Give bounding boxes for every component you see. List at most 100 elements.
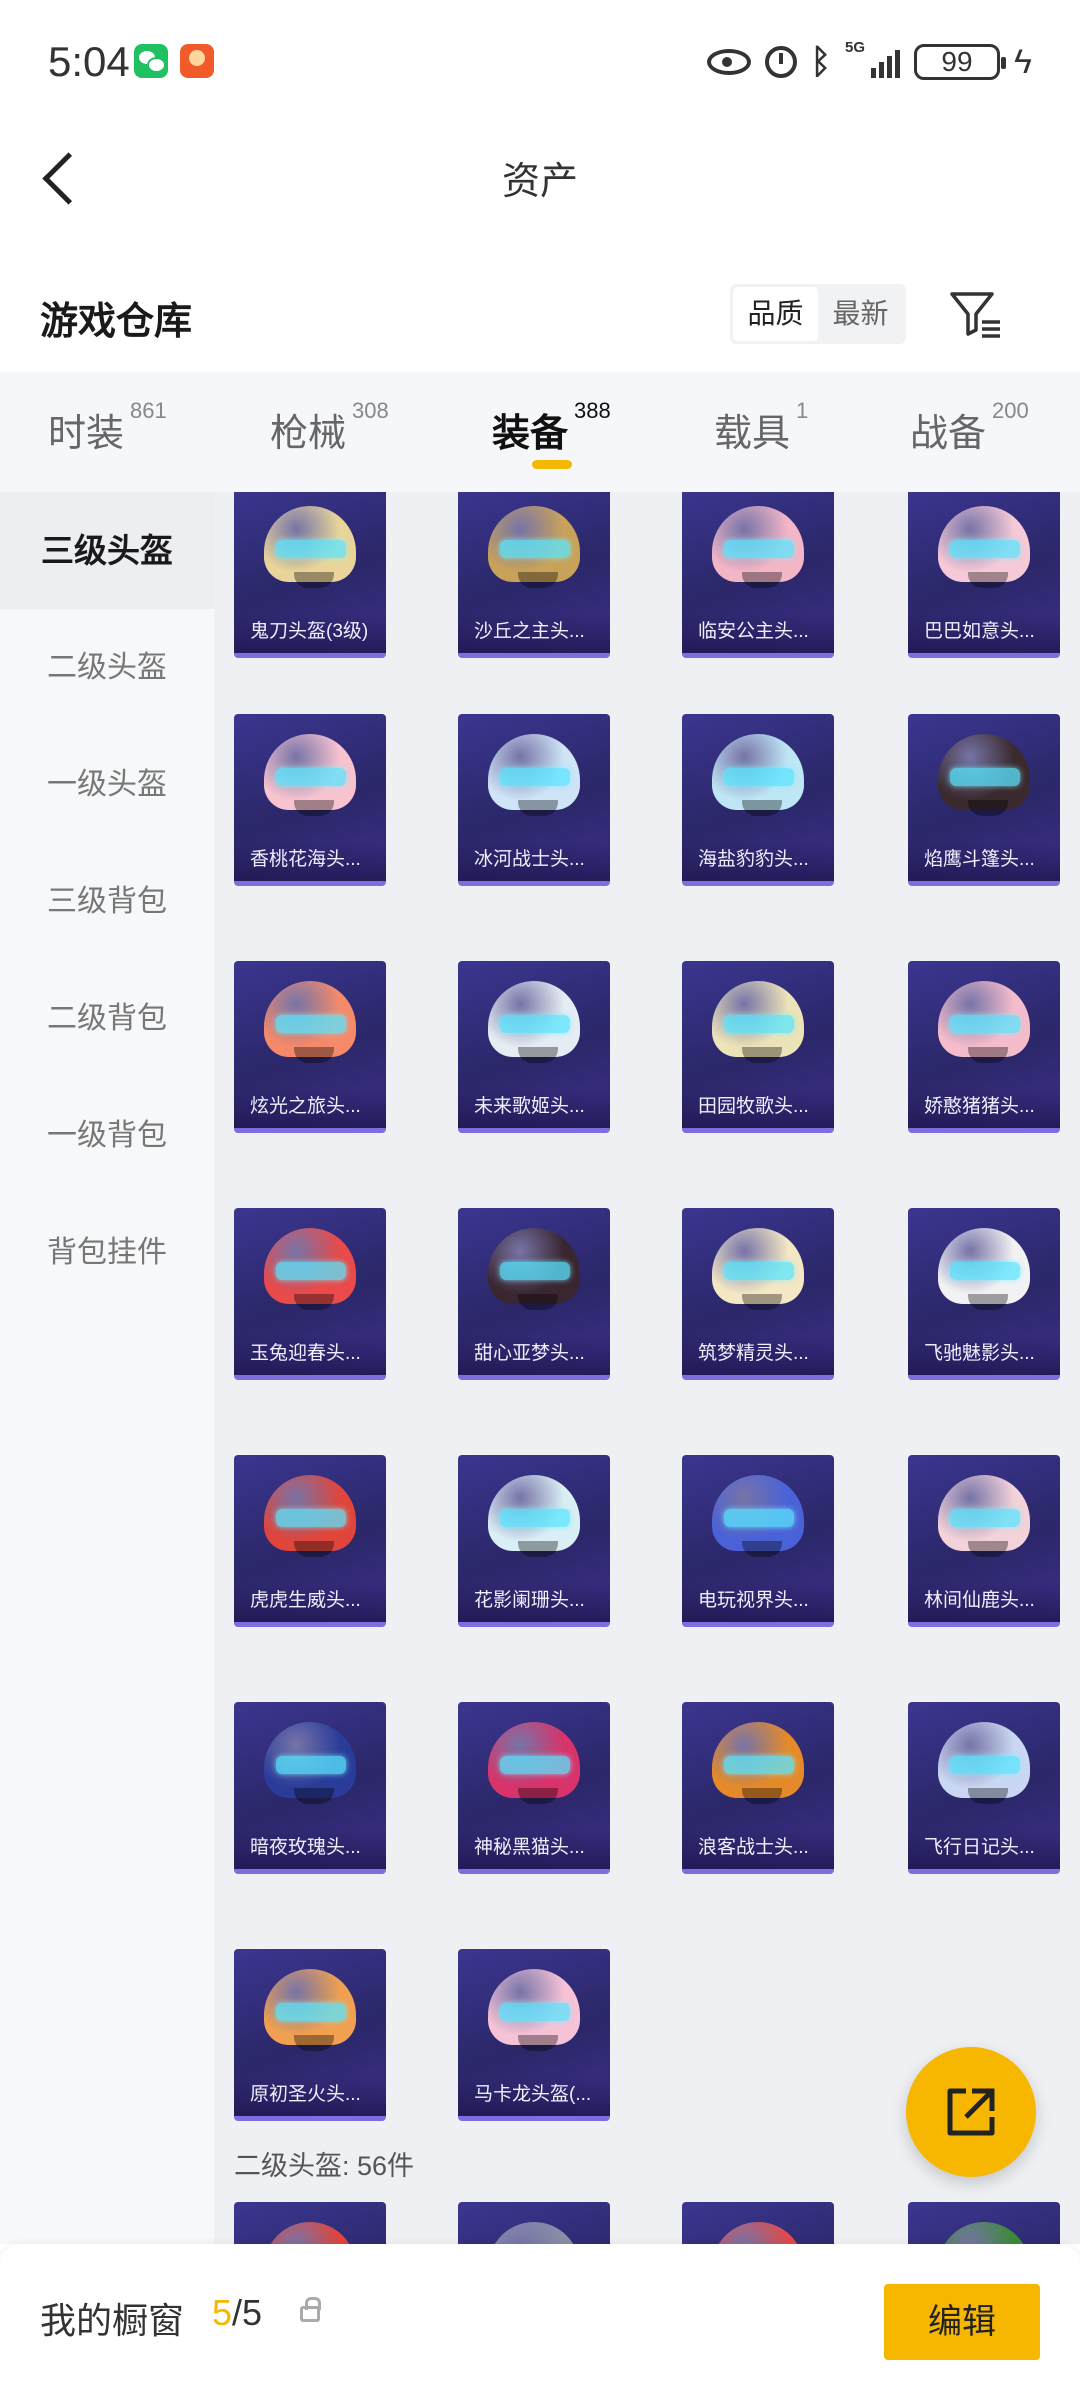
helmet-icon (264, 1228, 356, 1310)
item-card[interactable]: 浪客战士头... (682, 1702, 834, 1874)
item-card[interactable]: 田园牧歌头... (682, 961, 834, 1133)
item-name: 田园牧歌头... (698, 1096, 809, 1117)
helmet-icon (264, 1722, 356, 1804)
item-card[interactable]: 筑梦精灵头... (682, 1208, 834, 1380)
helmet-icon (264, 734, 356, 816)
side-item-level3-backpack[interactable]: 三级背包 (0, 843, 214, 960)
item-card[interactable] (682, 2202, 834, 2244)
tab-count: 308 (352, 398, 389, 423)
item-name: 飞驰魅影头... (924, 1343, 1035, 1364)
bottom-bar: 我的橱窗 5/5 编辑 (0, 2244, 1080, 2381)
tab-supplies[interactable]: 战备200 (910, 398, 1029, 457)
item-card[interactable]: 飞行日记头... (908, 1702, 1060, 1874)
item-card[interactable]: 鬼刀头盔(3级) (234, 492, 386, 658)
filter-icon[interactable] (948, 286, 1004, 342)
showcase-current: 5 (212, 2292, 233, 2333)
item-card[interactable]: 海盐豹豹头... (682, 714, 834, 886)
side-item-level1-backpack[interactable]: 一级背包 (0, 1077, 214, 1194)
helmet-icon (264, 2222, 356, 2244)
tab-label: 载具 (714, 413, 791, 455)
status-time: 5:04 (48, 38, 130, 85)
sort-toggle: 品质 最新 (730, 284, 906, 344)
showcase-count: 5/5 (212, 2292, 262, 2334)
showcase-separator: / (232, 2292, 243, 2333)
share-button[interactable] (906, 2047, 1036, 2177)
item-name: 电玩视界头... (698, 1590, 809, 1611)
helmet-icon (712, 506, 804, 588)
helmet-icon (938, 1228, 1030, 1310)
item-name: 虎虎生威头... (250, 1590, 361, 1611)
item-card[interactable] (234, 2202, 386, 2244)
tab-count: 1 (796, 398, 809, 423)
tab-label: 战备 (910, 413, 987, 455)
item-card[interactable]: 焰鹰斗篷头... (908, 714, 1060, 886)
tab-equipment[interactable]: 装备388 (492, 398, 611, 457)
side-item-level3-helmet[interactable]: 三级头盔 (0, 492, 214, 609)
item-card[interactable]: 花影阑珊头... (458, 1455, 610, 1627)
helmet-icon (264, 981, 356, 1063)
item-card[interactable]: 马卡龙头盔(... (458, 1949, 610, 2121)
helmet-icon (264, 1969, 356, 2051)
item-card[interactable]: 炫光之旅头... (234, 961, 386, 1133)
page-title: 资产 (501, 161, 578, 203)
bluetooth-icon: ᛒ (810, 43, 831, 81)
section-title: 二级头盔: 56件 (234, 2151, 415, 2181)
item-card[interactable]: 沙丘之主头... (458, 492, 610, 658)
lock-icon (300, 2297, 321, 2322)
tab-guns[interactable]: 枪械308 (270, 398, 389, 457)
showcase-total: 5 (242, 2292, 263, 2333)
helmet-icon (938, 506, 1030, 588)
item-name: 神秘黑猫头... (474, 1837, 585, 1858)
item-card[interactable]: 林间仙鹿头... (908, 1455, 1060, 1627)
tab-label: 枪械 (270, 413, 347, 455)
side-item-level2-backpack[interactable]: 二级背包 (0, 960, 214, 1077)
side-item-backpack-pendant[interactable]: 背包挂件 (0, 1194, 214, 1311)
helmet-icon (938, 734, 1030, 816)
item-card[interactable]: 玉兔迎春头... (234, 1208, 386, 1380)
tab-fashion[interactable]: 时装861 (48, 398, 167, 457)
item-name: 海盐豹豹头... (698, 849, 809, 870)
helmet-icon (264, 506, 356, 588)
helmet-icon (712, 1228, 804, 1310)
item-card[interactable]: 暗夜玫瑰头... (234, 1702, 386, 1874)
item-card[interactable]: 冰河战士头... (458, 714, 610, 886)
item-card[interactable] (458, 2202, 610, 2244)
item-card[interactable]: 未来歌姬头... (458, 961, 610, 1133)
tab-vehicles[interactable]: 载具1 (714, 398, 808, 457)
item-card[interactable]: 娇憨猪猪头... (908, 961, 1060, 1133)
item-card[interactable]: 飞驰魅影头... (908, 1208, 1060, 1380)
side-item-level2-helmet[interactable]: 二级头盔 (0, 609, 214, 726)
helmet-icon (712, 1475, 804, 1557)
sort-by-quality[interactable]: 品质 (733, 287, 818, 341)
active-tab-indicator (532, 460, 572, 469)
item-name: 香桃花海头... (250, 849, 361, 870)
share-icon (947, 2088, 995, 2136)
helmet-icon (712, 734, 804, 816)
helmet-icon (488, 2222, 580, 2244)
tab-label: 时装 (48, 413, 125, 455)
item-name: 筑梦精灵头... (698, 1343, 809, 1364)
item-card[interactable]: 临安公主头... (682, 492, 834, 658)
network-type: 5G (845, 39, 866, 56)
tab-count: 861 (130, 398, 167, 423)
item-card[interactable]: 巴巴如意头... (908, 492, 1060, 658)
wechat-icon (134, 44, 168, 78)
helmet-icon (488, 734, 580, 816)
edit-button[interactable]: 编辑 (884, 2284, 1040, 2360)
item-card[interactable]: 甜心亚梦头... (458, 1208, 610, 1380)
item-card[interactable]: 电玩视界头... (682, 1455, 834, 1627)
item-card[interactable]: 原初圣火头... (234, 1949, 386, 2121)
sort-by-newest[interactable]: 最新 (818, 287, 903, 341)
item-card[interactable]: 香桃花海头... (234, 714, 386, 886)
item-name: 焰鹰斗篷头... (924, 849, 1035, 870)
tab-label: 装备 (492, 413, 569, 455)
side-item-level1-helmet[interactable]: 一级头盔 (0, 726, 214, 843)
item-card[interactable] (908, 2202, 1060, 2244)
eye-icon (706, 49, 751, 75)
helmet-icon (712, 981, 804, 1063)
item-card[interactable]: 虎虎生威头... (234, 1455, 386, 1627)
item-name: 玉兔迎春头... (250, 1343, 361, 1364)
helmet-icon (488, 1475, 580, 1557)
category-tabs: 时装861 枪械308 装备388 载具1 战备200 (0, 372, 1080, 492)
item-card[interactable]: 神秘黑猫头... (458, 1702, 610, 1874)
